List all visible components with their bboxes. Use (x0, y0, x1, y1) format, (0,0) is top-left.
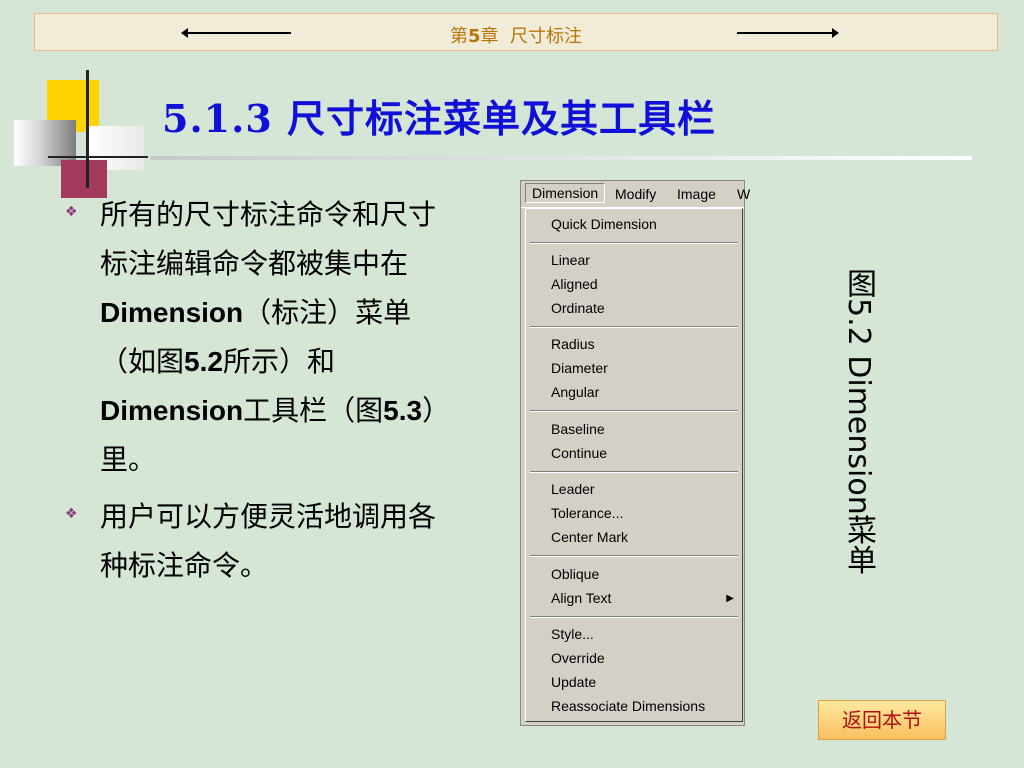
menu-item-align-text[interactable]: Align Text (551, 590, 611, 606)
bullet-list: ❖ 所有的尺寸标注命令和尺寸标注编辑命令都被集中在Dimension（标注）菜单… (60, 190, 440, 598)
menu-item-radius[interactable]: Radius (551, 336, 595, 352)
menu-separator (530, 410, 738, 412)
right-arrow-icon (737, 28, 839, 38)
figure-caption: 图5.2 Dimension菜单 (841, 268, 876, 575)
chapter-title: 第5章 尺寸标注 (450, 26, 582, 47)
menu-dimension[interactable]: Dimension (525, 183, 606, 203)
decor-horizontal-line (48, 156, 148, 158)
menu-separator (530, 471, 738, 473)
menu-item-reassociate-dimensions[interactable]: Reassociate Dimensions (551, 698, 705, 714)
menu-item-center-mark[interactable]: Center Mark (551, 529, 628, 545)
menu-item-baseline[interactable]: Baseline (551, 421, 605, 437)
menu-bar: Dimension Modify Image W (521, 181, 750, 208)
bullet-text: 所有的尺寸标注命令和尺寸标注编辑命令都被集中在Dimension（标注）菜单（如… (100, 198, 437, 476)
diamond-bullet-icon: ❖ (65, 204, 78, 220)
menu-separator (530, 616, 738, 618)
menu-separator (530, 242, 738, 244)
menu-item-override[interactable]: Override (551, 650, 605, 666)
bullet-item: ❖ 用户可以方便灵活地调用各种标注命令。 (60, 492, 440, 590)
chapter-header: 第5章 尺寸标注 (34, 13, 998, 51)
menu-item-aligned[interactable]: Aligned (551, 276, 598, 292)
dimension-menu-screenshot: Dimension Modify Image W Quick Dimension… (520, 180, 750, 726)
bullet-item: ❖ 所有的尺寸标注命令和尺寸标注编辑命令都被集中在Dimension（标注）菜单… (60, 190, 440, 484)
menu-item-diameter[interactable]: Diameter (551, 360, 608, 376)
menu-modify[interactable]: Modify (615, 186, 656, 202)
menu-item-update[interactable]: Update (551, 674, 596, 690)
decor-vertical-line (86, 70, 89, 188)
menu-item-quick-dimension[interactable]: Quick Dimension (551, 216, 657, 232)
menu-window[interactable]: W (737, 186, 750, 202)
menu-image[interactable]: Image (677, 186, 716, 202)
menu-item-style[interactable]: Style... (551, 626, 594, 642)
dimension-dropdown: Quick Dimension Linear Aligned Ordinate … (525, 208, 743, 722)
bullet-text: 用户可以方便灵活地调用各种标注命令。 (100, 500, 437, 582)
menu-item-tolerance[interactable]: Tolerance... (551, 505, 623, 521)
menu-separator (530, 326, 738, 328)
page-title: 5.1.3 尺寸标注菜单及其工具栏 (162, 96, 717, 141)
menu-item-continue[interactable]: Continue (551, 445, 607, 461)
menu-item-angular[interactable]: Angular (551, 384, 599, 400)
menu-item-ordinate[interactable]: Ordinate (551, 300, 605, 316)
menu-item-linear[interactable]: Linear (551, 252, 590, 268)
submenu-arrow-icon: ▶ (726, 593, 734, 604)
back-to-section-button[interactable]: 返回本节 (818, 700, 946, 740)
menu-item-leader[interactable]: Leader (551, 481, 595, 497)
title-underline (150, 156, 972, 160)
menu-item-oblique[interactable]: Oblique (551, 566, 599, 582)
diamond-bullet-icon: ❖ (65, 506, 78, 522)
menu-separator (530, 555, 738, 557)
